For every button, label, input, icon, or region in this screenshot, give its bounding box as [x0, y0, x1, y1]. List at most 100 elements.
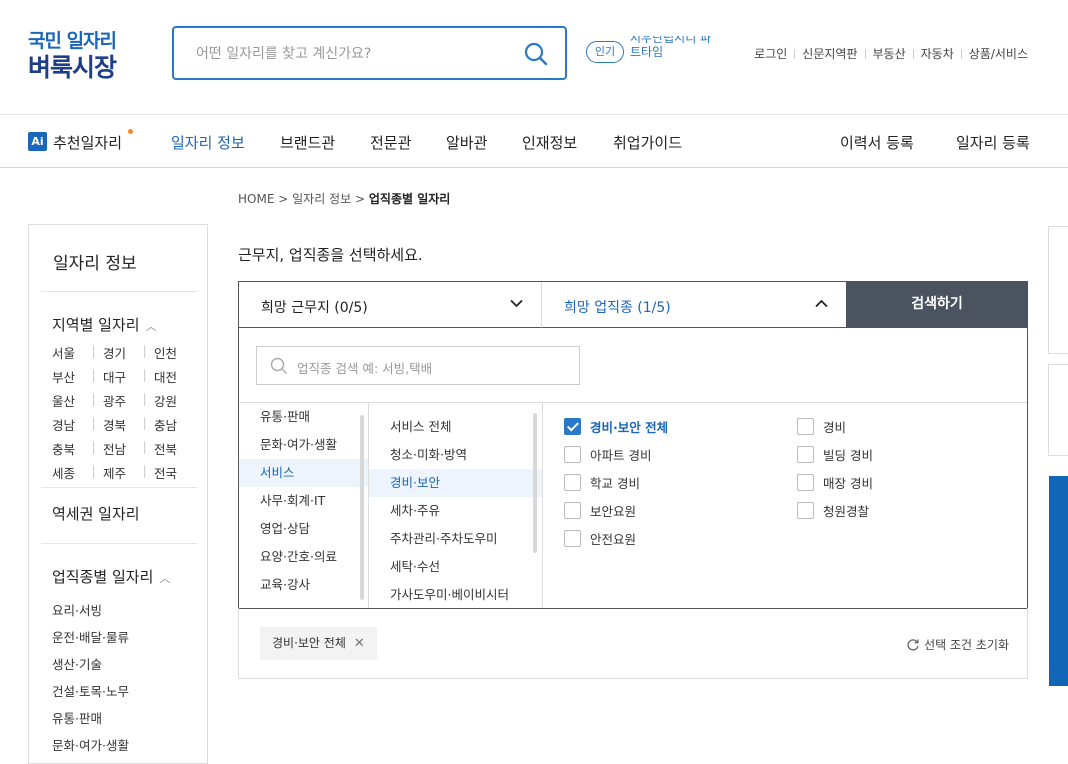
search-icon	[270, 357, 287, 374]
nav-job-info[interactable]: 일자리 정보	[171, 132, 245, 153]
crumb-current: 업직종별 일자리	[368, 192, 451, 206]
region-item[interactable]: 강원	[154, 391, 192, 415]
nav-resume-register[interactable]: 이력서 등록	[840, 132, 914, 153]
nav-guide[interactable]: 취업가이드	[613, 132, 682, 153]
region-item[interactable]: 경기	[103, 343, 141, 367]
chevron-up-icon[interactable]	[815, 299, 828, 308]
category-item[interactable]: 문화·여가·생활	[239, 431, 368, 459]
util-login[interactable]: 로그인	[754, 45, 787, 62]
sidebar-job-item[interactable]: 운전·배달·물류	[52, 627, 129, 654]
option-checkbox[interactable]: 경비	[797, 417, 846, 436]
selected-tag[interactable]: 경비·보안 전체 ✕	[260, 627, 377, 660]
checkbox-icon[interactable]	[797, 474, 814, 491]
option-checkbox[interactable]: 안전요원	[564, 529, 636, 548]
nav-job-register[interactable]: 일자리 등록	[956, 132, 1030, 153]
region-item[interactable]: 충남	[154, 415, 192, 439]
reset-button[interactable]: 선택 조건 초기화	[906, 636, 1009, 653]
sidebar-station-header[interactable]: 역세권 일자리	[52, 503, 140, 524]
option-checkbox[interactable]: 빌딩 경비	[797, 445, 873, 464]
region-item[interactable]: 전남	[103, 439, 141, 463]
region-item[interactable]: 서울	[52, 343, 90, 367]
category-item[interactable]: 영업·상담	[239, 515, 368, 543]
logo-line2[interactable]: 벼룩시장	[28, 48, 117, 84]
util-realestate[interactable]: 부동산	[873, 45, 906, 62]
subcategory-item[interactable]: 세탁·수선	[369, 553, 542, 581]
option-checkbox[interactable]: 경비·보안 전체	[564, 417, 668, 436]
subcategory-item[interactable]: 세차·주유	[369, 497, 542, 525]
subcategory-item[interactable]: 가사도우미·베이비시터	[369, 581, 542, 608]
region-item[interactable]: 충북	[52, 439, 90, 463]
chevron-down-icon[interactable]	[510, 299, 523, 308]
side-banner[interactable]	[1049, 476, 1068, 686]
side-quick-menu[interactable]	[1048, 226, 1068, 354]
location-select[interactable]: 희망 근무지 (0/5)	[239, 282, 542, 328]
nav-expert[interactable]: 전문관	[370, 132, 411, 153]
sidebar-job-item[interactable]: 생산·기술	[52, 654, 129, 681]
search-button[interactable]: 검색하기	[846, 281, 1028, 328]
region-item[interactable]: 경남	[52, 415, 90, 439]
util-car[interactable]: 자동차	[921, 45, 954, 62]
chevron-up-icon[interactable]: ︿	[146, 320, 157, 333]
region-item[interactable]: 부산	[52, 367, 90, 391]
subcategory-scrollbar[interactable]	[533, 413, 537, 553]
sidebar-job-item[interactable]: 요리·서빙	[52, 600, 129, 627]
nav-brand[interactable]: 브랜드관	[280, 132, 335, 153]
search-input[interactable]: 어떤 일자리를 찾고 계신가요?	[196, 43, 371, 63]
subcategory-item[interactable]: 청소·미화·방역	[369, 441, 542, 469]
checkbox-icon[interactable]	[797, 446, 814, 463]
checkbox-icon[interactable]	[797, 418, 814, 435]
region-item[interactable]: 대전	[154, 367, 192, 391]
checkbox-icon[interactable]	[564, 530, 581, 547]
crumb-home[interactable]: HOME	[238, 192, 274, 206]
category-item[interactable]: 교육·강사	[239, 571, 368, 599]
subcategory-item[interactable]: 주차관리·주차도우미	[369, 525, 542, 553]
sidebar-job-item[interactable]: 문화·여가·생활	[52, 735, 129, 762]
region-item[interactable]: 광주	[103, 391, 141, 415]
crumb-job-info[interactable]: 일자리 정보	[292, 192, 351, 206]
nav-ai-recommend[interactable]: 추천일자리	[53, 132, 122, 153]
region-item[interactable]: 전국	[154, 463, 192, 487]
option-checkbox[interactable]: 학교 경비	[564, 473, 640, 492]
option-checkbox[interactable]: 아파트 경비	[564, 445, 651, 464]
checkbox-checked-icon[interactable]	[564, 418, 581, 435]
util-products[interactable]: 상품/서비스	[969, 45, 1028, 62]
category-item[interactable]: 요양·간호·의료	[239, 543, 368, 571]
search-icon[interactable]	[523, 41, 549, 67]
refresh-icon[interactable]	[906, 638, 920, 652]
checkbox-icon[interactable]	[564, 446, 581, 463]
category-item[interactable]: 사무·회계·IT	[239, 487, 368, 515]
region-item[interactable]: 전북	[154, 439, 192, 463]
sidebar-job-item[interactable]: 건설·토목·노무	[52, 681, 129, 708]
region-item[interactable]: 세종	[52, 463, 90, 487]
checkbox-icon[interactable]	[797, 502, 814, 519]
checkbox-icon[interactable]	[564, 474, 581, 491]
popular-keyword[interactable]: 시우단립시디 파트타임	[630, 36, 720, 62]
region-item[interactable]: 울산	[52, 391, 90, 415]
nav-talent[interactable]: 인재정보	[522, 132, 577, 153]
search-box[interactable]: 어떤 일자리를 찾고 계신가요?	[172, 26, 567, 80]
option-checkbox[interactable]: 청원경찰	[797, 501, 869, 520]
side-quick-menu[interactable]	[1048, 364, 1068, 456]
region-item[interactable]: 대구	[103, 367, 141, 391]
category-item-selected[interactable]: 서비스	[239, 459, 368, 487]
sidebar-region-header[interactable]: 지역별 일자리 ︿	[52, 314, 157, 335]
util-newspaper[interactable]: 신문지역판	[802, 45, 857, 62]
sidebar-job-header[interactable]: 업직종별 일자리 ︿	[52, 566, 170, 587]
region-item[interactable]: 경북	[103, 415, 141, 439]
job-search-input[interactable]: 업직종 검색 예: 서빙,택배	[256, 346, 580, 385]
close-icon[interactable]: ✕	[354, 627, 365, 660]
category-scrollbar[interactable]	[360, 415, 364, 600]
region-item[interactable]: 인천	[154, 343, 192, 367]
chevron-up-icon[interactable]: ︿	[159, 572, 170, 585]
subcategory-item-selected[interactable]: 경비·보안	[369, 469, 542, 497]
region-item[interactable]: 제주	[103, 463, 141, 487]
option-checkbox[interactable]: 매장 경비	[797, 473, 873, 492]
checkbox-icon[interactable]	[564, 502, 581, 519]
option-checkbox[interactable]: 보안요원	[564, 501, 636, 520]
job-select[interactable]: 희망 업직종 (1/5)	[542, 282, 846, 328]
subcategory-item[interactable]: 서비스 전체	[369, 413, 542, 441]
sidebar-job-item[interactable]: 유통·판매	[52, 708, 129, 735]
category-item[interactable]: 유통·판매	[239, 403, 368, 431]
ai-icon[interactable]: Ai	[28, 132, 47, 151]
nav-alba[interactable]: 알바관	[446, 132, 487, 153]
